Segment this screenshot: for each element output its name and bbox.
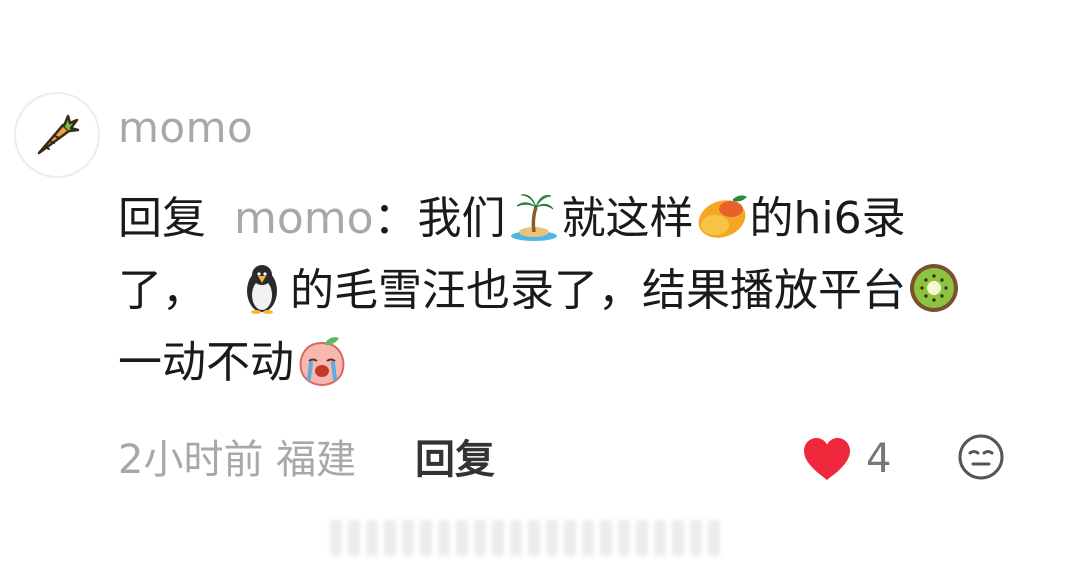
crying-peach-icon	[295, 333, 349, 387]
reply-button[interactable]: 回复	[415, 432, 495, 488]
mention-username[interactable]: momo	[234, 193, 374, 244]
comment-text: 回复 momo：我们 就这样 的hi6录了， 的毛雪汪也录了，结果播放平台 一动不动	[118, 183, 998, 399]
island-icon	[507, 189, 561, 243]
penguin-icon	[235, 261, 289, 315]
like-count: 4	[866, 436, 892, 482]
carrot-icon	[37, 114, 80, 155]
comment-location: 福建	[276, 437, 357, 483]
reply-prefix: 回复	[118, 193, 206, 244]
comment-text-part: ：我们	[373, 193, 506, 244]
heart-icon	[804, 438, 850, 480]
comment-text-part: 的毛雪汪也录了，结果播放平台	[289, 265, 906, 316]
comment-text-part: 就这样	[561, 193, 694, 244]
blurred-next-comment	[330, 520, 720, 556]
neutral-face-icon	[958, 434, 1004, 480]
time-location: 2小时前 福建	[118, 432, 356, 488]
comment-text-part: 一动不动	[118, 337, 294, 388]
comment-time: 2小时前	[118, 437, 264, 483]
username[interactable]: momo	[118, 100, 253, 156]
dislike-button[interactable]	[956, 432, 1006, 482]
comment-meta: 2小时前 福建 回复 4	[118, 432, 1018, 488]
mango-icon	[695, 189, 749, 243]
avatar[interactable]	[14, 92, 100, 178]
like-button[interactable]: 4	[802, 436, 891, 482]
kiwi-icon	[907, 261, 961, 315]
